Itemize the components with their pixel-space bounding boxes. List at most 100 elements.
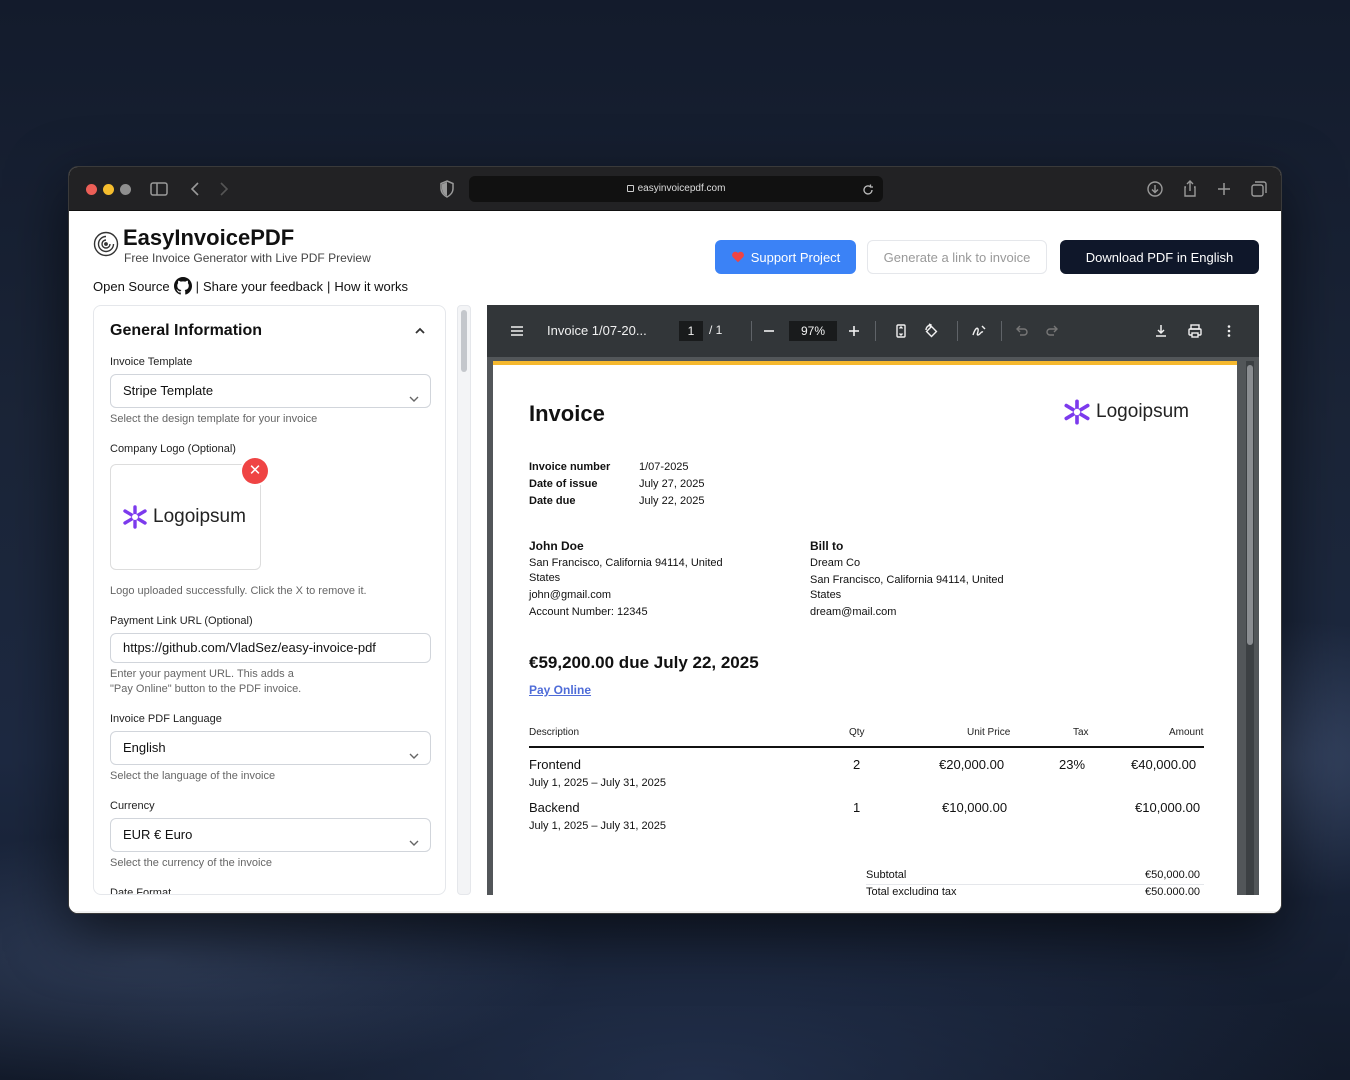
buyer-block: Bill to Dream Co San Francisco, Californ… <box>810 539 1004 620</box>
currency-label: Currency <box>110 800 155 812</box>
invoice-logo-text: Logoipsum <box>1096 401 1189 422</box>
logoipsum-mark-icon <box>123 505 147 529</box>
meta-label: Date due <box>529 495 576 507</box>
shield-icon[interactable] <box>437 179 457 199</box>
reload-icon[interactable] <box>861 182 875 196</box>
address-bar[interactable]: easyinvoicepdf.com <box>469 176 883 202</box>
logo-preview[interactable]: Logoipsum <box>110 464 261 570</box>
item-amount: €40,000.00 <box>1131 757 1197 772</box>
subtotal-rule <box>866 884 1204 885</box>
meta-label: Invoice number <box>529 461 611 473</box>
close-window-button[interactable] <box>86 184 97 195</box>
language-label: Invoice PDF Language <box>110 713 222 725</box>
item-name: Backend <box>529 800 580 815</box>
browser-titlebar: easyinvoicepdf.com <box>69 167 1281 211</box>
pdf-scrollbar-thumb[interactable] <box>1247 365 1253 645</box>
lock-icon <box>626 184 634 192</box>
item-unit-price: €10,000.00 <box>942 800 1008 815</box>
payment-url-input[interactable]: https://github.com/VladSez/easy-invoice-… <box>110 633 431 663</box>
close-icon: ✕ <box>248 462 262 479</box>
template-hint: Select the design template for your invo… <box>110 413 318 425</box>
forward-icon[interactable] <box>213 179 233 199</box>
item-period: July 1, 2025 – July 31, 2025 <box>529 820 666 832</box>
invoice-logo: Logoipsum <box>1062 399 1189 425</box>
download-icon[interactable] <box>1153 323 1169 339</box>
payment-hint-line: "Pay Online" button to the PDF invoice. <box>110 683 302 695</box>
zoom-window-button[interactable] <box>120 184 131 195</box>
payment-hint: Enter your payment URL. This adds a "Pay… <box>110 667 301 697</box>
remove-logo-button[interactable]: ✕ <box>242 458 268 484</box>
more-options-icon[interactable] <box>1221 323 1237 339</box>
buyer-address: States <box>810 589 842 601</box>
template-label: Invoice Template <box>110 356 193 368</box>
draw-icon[interactable] <box>971 323 987 339</box>
th-tax: Tax <box>1073 727 1089 738</box>
heart-icon <box>731 250 745 264</box>
pdf-viewer: Invoice 1/07-20... 1 / 1 97% Invoice Log… <box>487 305 1259 895</box>
scrollbar-thumb[interactable] <box>461 310 467 372</box>
how-it-works-link[interactable]: How it works <box>334 279 408 294</box>
downloads-icon[interactable] <box>1145 179 1165 199</box>
pdf-scrollbar[interactable] <box>1246 361 1254 895</box>
page-number-input[interactable]: 1 <box>679 321 703 341</box>
app-logo-icon <box>93 231 119 257</box>
logo-label: Company Logo (Optional) <box>110 443 236 455</box>
payment-hint-line: Enter your payment URL. This adds a <box>110 668 294 680</box>
zoom-in-icon[interactable] <box>846 323 862 339</box>
download-pdf-button[interactable]: Download PDF in English <box>1060 240 1259 274</box>
item-qty: 1 <box>853 800 861 815</box>
link-separator: | <box>326 278 331 294</box>
template-value: Stripe Template <box>123 383 214 398</box>
redo-icon[interactable] <box>1044 323 1060 339</box>
logo-hint: Logo uploaded successfully. Click the X … <box>110 585 367 597</box>
new-tab-icon[interactable] <box>1214 179 1234 199</box>
item-tax: 23% <box>1059 757 1086 772</box>
tab-overview-icon[interactable] <box>1249 179 1269 199</box>
app-title: EasyInvoicePDF <box>123 225 295 250</box>
fit-page-icon[interactable] <box>893 323 909 339</box>
feedback-link[interactable]: Share your feedback <box>203 279 323 294</box>
generate-link-button[interactable]: Generate a link to invoice <box>867 240 1047 274</box>
pdf-title: Invoice 1/07-20... <box>547 323 647 338</box>
excl-tax-label: Total excluding tax <box>866 886 957 895</box>
seller-address: States <box>529 572 561 584</box>
amount-due: €59,200.00 due July 22, 2025 <box>529 653 759 672</box>
item-unit-price: €20,000.00 <box>939 757 1005 772</box>
pdf-toolbar: Invoice 1/07-20... 1 / 1 97% <box>487 305 1259 357</box>
window-bottom-edge <box>69 911 1281 913</box>
page-content: EasyInvoicePDF Free Invoice Generator wi… <box>69 211 1281 913</box>
app-tagline: Free Invoice Generator with Live PDF Pre… <box>124 251 371 265</box>
toolbar-divider <box>751 321 752 341</box>
zoom-level[interactable]: 97% <box>789 321 837 341</box>
github-icon[interactable] <box>173 277 192 295</box>
seller-name: John Doe <box>529 539 584 553</box>
chevron-up-icon[interactable] <box>413 324 427 338</box>
form-scrollbar[interactable] <box>457 305 471 895</box>
zoom-out-icon[interactable] <box>761 323 777 339</box>
currency-select[interactable]: EUR € Euro <box>110 818 431 852</box>
buyer-name: Dream Co <box>810 557 861 569</box>
chevron-down-icon <box>408 829 420 846</box>
currency-hint: Select the currency of the invoice <box>110 857 273 869</box>
back-icon[interactable] <box>186 179 206 199</box>
meta-value: July 22, 2025 <box>639 495 705 507</box>
sidebar-toggle-icon[interactable] <box>149 179 169 199</box>
seller-email: john@gmail.com <box>529 589 612 601</box>
language-select[interactable]: English <box>110 731 431 765</box>
rotate-icon[interactable] <box>923 323 939 339</box>
menu-icon[interactable] <box>509 323 525 339</box>
print-icon[interactable] <box>1187 323 1203 339</box>
pay-online-link[interactable]: Pay Online <box>529 683 591 697</box>
meta-value: 1/07-2025 <box>639 461 689 473</box>
item-period: July 1, 2025 – July 31, 2025 <box>529 777 666 789</box>
undo-icon[interactable] <box>1014 323 1030 339</box>
language-value: English <box>123 740 166 755</box>
support-project-button[interactable]: Support Project <box>715 240 856 274</box>
table-header-rule <box>529 746 1204 748</box>
logo-text: Logoipsum <box>153 506 246 527</box>
minimize-window-button[interactable] <box>103 184 114 195</box>
share-icon[interactable] <box>1180 179 1200 199</box>
open-source-link[interactable]: Open Source <box>93 279 170 294</box>
invoice-heading: Invoice <box>529 401 605 426</box>
template-select[interactable]: Stripe Template <box>110 374 431 408</box>
